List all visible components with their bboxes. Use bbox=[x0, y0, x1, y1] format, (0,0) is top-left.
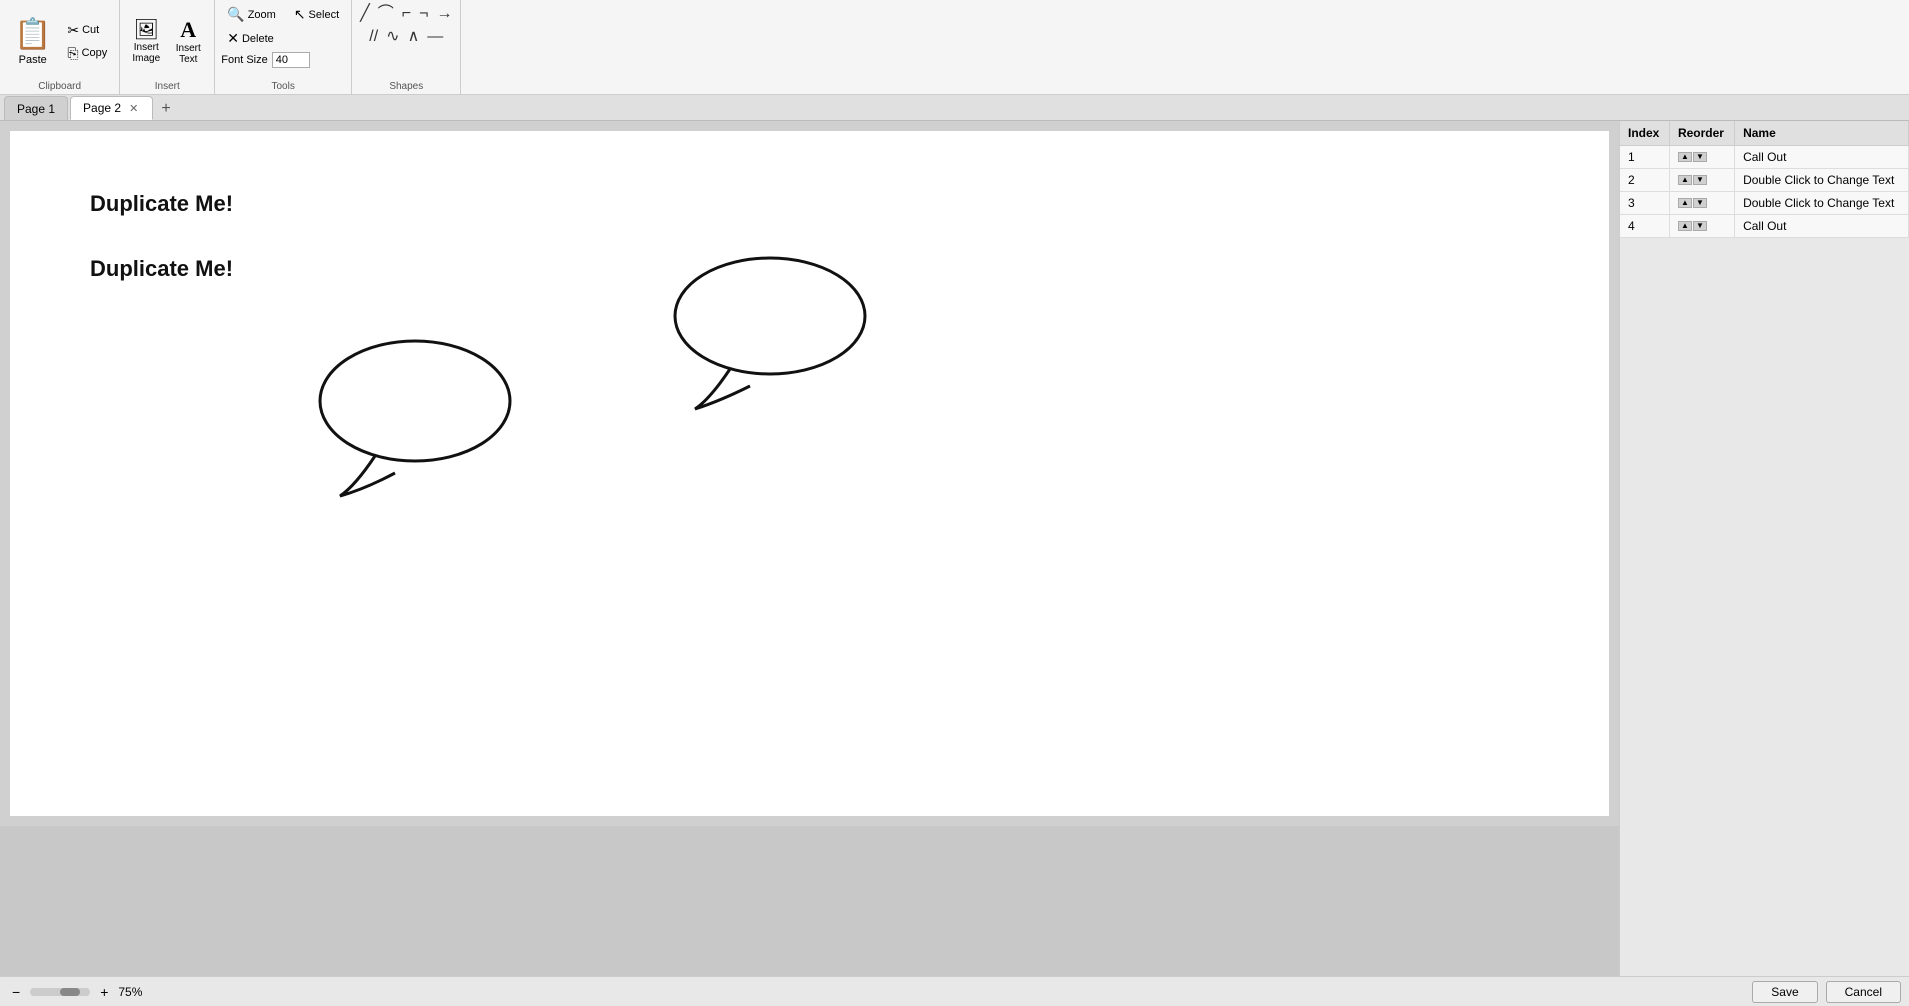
zoom-thumb bbox=[60, 988, 80, 996]
speech-bubble-1[interactable] bbox=[300, 311, 530, 511]
paste-button[interactable]: 📋 Paste bbox=[6, 13, 59, 70]
insert-text-label: InsertText bbox=[176, 43, 201, 65]
copy-button[interactable]: ⎘ Copy bbox=[61, 43, 113, 64]
reorder-up-button[interactable]: ▲ bbox=[1678, 175, 1692, 185]
save-button[interactable]: Save bbox=[1752, 981, 1817, 1003]
copy-icon: ⎘ bbox=[67, 45, 78, 62]
shape-rect-close[interactable]: ¬ bbox=[417, 4, 430, 24]
paste-icon: 📋 bbox=[14, 17, 51, 52]
zoom-button[interactable]: 🔍 Zoom bbox=[221, 4, 282, 25]
zoom-value: 75% bbox=[118, 985, 142, 999]
speech-bubble-2[interactable] bbox=[650, 231, 880, 431]
zoom-label: Zoom bbox=[248, 9, 276, 21]
col-index-header: Index bbox=[1620, 121, 1669, 146]
row-index: 2 bbox=[1620, 169, 1669, 192]
reorder-down-button[interactable]: ▼ bbox=[1693, 221, 1707, 231]
delete-label: Delete bbox=[242, 33, 274, 45]
reorder-up-button[interactable]: ▲ bbox=[1678, 198, 1692, 208]
zoom-controls: − + 75% bbox=[8, 983, 142, 1001]
canvas-text-2[interactable]: Duplicate Me! bbox=[90, 256, 233, 282]
bottom-actions: Save Cancel bbox=[1752, 981, 1901, 1003]
row-reorder: ▲ ▼ bbox=[1669, 192, 1734, 215]
reorder-up-button[interactable]: ▲ bbox=[1678, 221, 1692, 231]
insert-text-button[interactable]: A InsertText bbox=[168, 15, 208, 69]
select-icon: ↖ bbox=[294, 6, 306, 23]
shape-arc[interactable]: ⌒ bbox=[376, 4, 396, 24]
zoom-scrollbar[interactable] bbox=[30, 988, 90, 996]
insert-image-label: InsertImage bbox=[132, 42, 160, 64]
main-area: Duplicate Me! Duplicate Me! bbox=[0, 121, 1909, 976]
zoom-icon: 🔍 bbox=[227, 6, 244, 23]
tab-page1[interactable]: Page 1 bbox=[4, 96, 68, 120]
clipboard-group: 📋 Paste ✂ Cut ⎘ Copy Clipboard bbox=[0, 0, 120, 94]
copy-label: Copy bbox=[82, 47, 108, 59]
row-name: Double Click to Change Text bbox=[1735, 169, 1909, 192]
delete-button[interactable]: ✕ Delete bbox=[221, 28, 280, 49]
table-row: 2 ▲ ▼ Double Click to Change Text bbox=[1620, 169, 1909, 192]
insert-image-button[interactable]: 🖼 InsertImage bbox=[126, 16, 166, 68]
col-reorder-header: Reorder bbox=[1669, 121, 1734, 146]
shapes-group: ╱ ⌒ ⌐ ¬ → // ∿ ∧ — Shapes bbox=[352, 0, 461, 94]
cut-label: Cut bbox=[82, 24, 99, 36]
row-index: 4 bbox=[1620, 215, 1669, 238]
cut-button[interactable]: ✂ Cut bbox=[61, 20, 113, 41]
insert-group: 🖼 InsertImage A InsertText Insert bbox=[120, 0, 215, 94]
right-panel: Index Reorder Name 1 ▲ ▼ Call Out 2 ▲ ▼ bbox=[1619, 121, 1909, 976]
shapes-label: Shapes bbox=[389, 79, 423, 92]
zoom-out-button[interactable]: − bbox=[8, 983, 24, 1001]
toolbar: 📋 Paste ✂ Cut ⎘ Copy Clipboard 🖼 InsertI… bbox=[0, 0, 1909, 95]
shape-arrow-right[interactable]: → bbox=[434, 4, 454, 24]
bottom-bar: − + 75% Save Cancel bbox=[0, 976, 1909, 1006]
row-index: 3 bbox=[1620, 192, 1669, 215]
tab-page2-label: Page 2 bbox=[83, 101, 121, 115]
insert-text-icon: A bbox=[180, 19, 196, 41]
tab-page2[interactable]: Page 2 ✕ bbox=[70, 96, 153, 120]
insert-label: Insert bbox=[155, 79, 180, 92]
reorder-up-button[interactable]: ▲ bbox=[1678, 152, 1692, 162]
layers-table: Index Reorder Name 1 ▲ ▼ Call Out 2 ▲ ▼ bbox=[1620, 121, 1909, 238]
canvas-container: Duplicate Me! Duplicate Me! bbox=[0, 121, 1619, 976]
below-page-area bbox=[0, 826, 1619, 976]
tools-label: Tools bbox=[272, 79, 295, 92]
row-reorder: ▲ ▼ bbox=[1669, 215, 1734, 238]
shape-rect-open[interactable]: ⌐ bbox=[400, 4, 413, 24]
add-tab-button[interactable]: + bbox=[155, 98, 176, 120]
table-row: 4 ▲ ▼ Call Out bbox=[1620, 215, 1909, 238]
tab-page2-close[interactable]: ✕ bbox=[127, 101, 140, 116]
tabs-bar: Page 1 Page 2 ✕ + bbox=[0, 95, 1909, 121]
clipboard-label: Clipboard bbox=[38, 79, 81, 92]
shape-line-h[interactable]: — bbox=[425, 27, 445, 47]
canvas-page: Duplicate Me! Duplicate Me! bbox=[0, 121, 1619, 976]
tab-page1-label: Page 1 bbox=[17, 102, 55, 116]
font-size-label: Font Size bbox=[221, 54, 267, 66]
row-reorder: ▲ ▼ bbox=[1669, 169, 1734, 192]
page-content[interactable]: Duplicate Me! Duplicate Me! bbox=[10, 131, 1609, 816]
tools-group: 🔍 Zoom ↖ Select ✕ Delete Font Size Tools bbox=[215, 0, 352, 94]
paste-label: Paste bbox=[19, 54, 47, 66]
shape-zigzag[interactable]: ∧ bbox=[406, 27, 422, 47]
row-index: 1 bbox=[1620, 146, 1669, 169]
zoom-in-button[interactable]: + bbox=[96, 983, 112, 1001]
row-reorder: ▲ ▼ bbox=[1669, 146, 1734, 169]
table-row: 3 ▲ ▼ Double Click to Change Text bbox=[1620, 192, 1909, 215]
row-name: Call Out bbox=[1735, 146, 1909, 169]
font-size-input[interactable] bbox=[272, 52, 310, 68]
reorder-down-button[interactable]: ▼ bbox=[1693, 152, 1707, 162]
canvas-text-1[interactable]: Duplicate Me! bbox=[90, 191, 233, 217]
cancel-button[interactable]: Cancel bbox=[1826, 981, 1901, 1003]
shape-wave[interactable]: ∿ bbox=[384, 27, 401, 47]
select-label: Select bbox=[309, 9, 340, 21]
row-name: Double Click to Change Text bbox=[1735, 192, 1909, 215]
reorder-down-button[interactable]: ▼ bbox=[1693, 198, 1707, 208]
col-name-header: Name bbox=[1735, 121, 1909, 146]
reorder-down-button[interactable]: ▼ bbox=[1693, 175, 1707, 185]
delete-icon: ✕ bbox=[227, 30, 239, 47]
insert-image-icon: 🖼 bbox=[134, 20, 159, 40]
select-button[interactable]: ↖ Select bbox=[288, 4, 345, 25]
cut-icon: ✂ bbox=[67, 22, 79, 39]
table-row: 1 ▲ ▼ Call Out bbox=[1620, 146, 1909, 169]
shape-line-v[interactable]: // bbox=[367, 27, 380, 47]
shape-line-diagonal[interactable]: ╱ bbox=[358, 4, 372, 24]
row-name: Call Out bbox=[1735, 215, 1909, 238]
